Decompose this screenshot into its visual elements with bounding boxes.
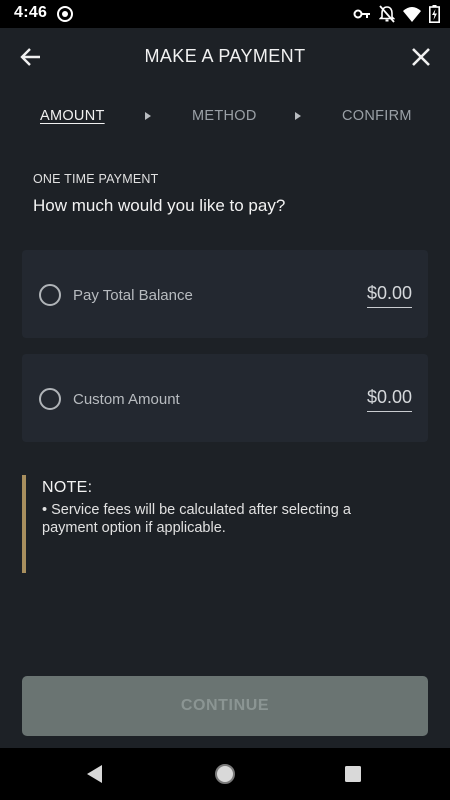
note-body: • Service fees will be calculated after …: [42, 502, 351, 536]
page-title: MAKE A PAYMENT: [144, 46, 306, 66]
nav-recent-apps-icon[interactable]: [345, 766, 361, 782]
step-arrow-icon: [295, 112, 301, 120]
step-indicator: AMOUNT METHOD CONFIRM: [0, 108, 450, 130]
step-method[interactable]: METHOD: [192, 108, 257, 124]
note-title: NOTE:: [42, 479, 93, 496]
status-time: 4:46: [14, 4, 48, 21]
wifi-icon: [403, 7, 421, 22]
radio-button[interactable]: [39, 284, 61, 306]
app-header: MAKE A PAYMENT: [0, 28, 450, 86]
step-amount[interactable]: AMOUNT: [40, 108, 105, 124]
battery-icon: [429, 5, 440, 23]
nav-back-icon[interactable]: [86, 764, 104, 784]
nav-home-icon[interactable]: [214, 763, 236, 785]
option-label: Pay Total Balance: [73, 287, 193, 304]
do-not-disturb-icon: [57, 6, 73, 22]
radio-button[interactable]: [39, 388, 61, 410]
continue-button[interactable]: CONTINUE: [22, 676, 428, 736]
payment-question: How much would you like to pay?: [33, 196, 286, 215]
vpn-key-icon: [353, 9, 370, 19]
option-label: Custom Amount: [73, 391, 180, 408]
custom-amount-input[interactable]: $0.00: [366, 387, 412, 412]
step-arrow-icon: [145, 112, 151, 120]
step-confirm[interactable]: CONFIRM: [342, 108, 412, 124]
status-icons: [353, 5, 440, 23]
total-balance-amount: $0.00: [366, 283, 412, 308]
section-label: ONE TIME PAYMENT: [33, 172, 159, 186]
option-custom-amount[interactable]: Custom Amount $0.00: [22, 354, 428, 442]
system-nav-bar: [0, 748, 450, 800]
note-box: NOTE: • Service fees will be calculated …: [22, 475, 406, 573]
option-pay-total-balance[interactable]: Pay Total Balance $0.00: [22, 250, 428, 338]
status-bar: 4:46: [0, 0, 450, 28]
notifications-off-icon: [379, 5, 395, 23]
close-icon[interactable]: [408, 44, 434, 70]
